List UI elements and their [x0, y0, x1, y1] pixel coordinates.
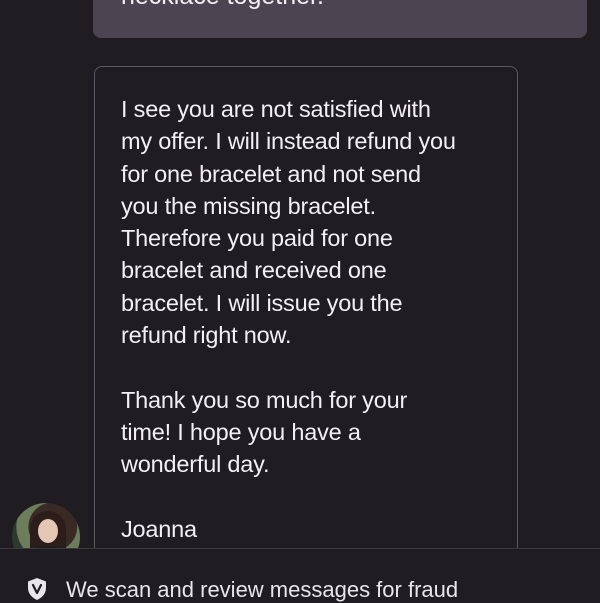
message-signature: Joanna	[121, 515, 197, 542]
message-paragraph-2: Thank you so much for your time! I hope …	[121, 386, 408, 478]
sent-message-bubble: necklace together.	[93, 0, 587, 38]
message-paragraph-1: I see you are not satisfied with my offe…	[121, 96, 456, 349]
shield-v-icon	[28, 578, 46, 600]
fraud-notice-text: We scan and review messages for fraud	[66, 577, 459, 602]
fraud-notice-bar: We scan and review messages for fraud	[0, 548, 600, 602]
conversation-thread: necklace together. I see you are not sat…	[0, 0, 600, 548]
received-message-bubble: I see you are not satisfied with my offe…	[94, 66, 518, 548]
sender-avatar[interactable]	[12, 503, 80, 548]
avatar-face	[38, 519, 58, 543]
sent-message-text: necklace together.	[121, 0, 324, 12]
received-message-body: I see you are not satisfied with my offe…	[121, 93, 511, 545]
